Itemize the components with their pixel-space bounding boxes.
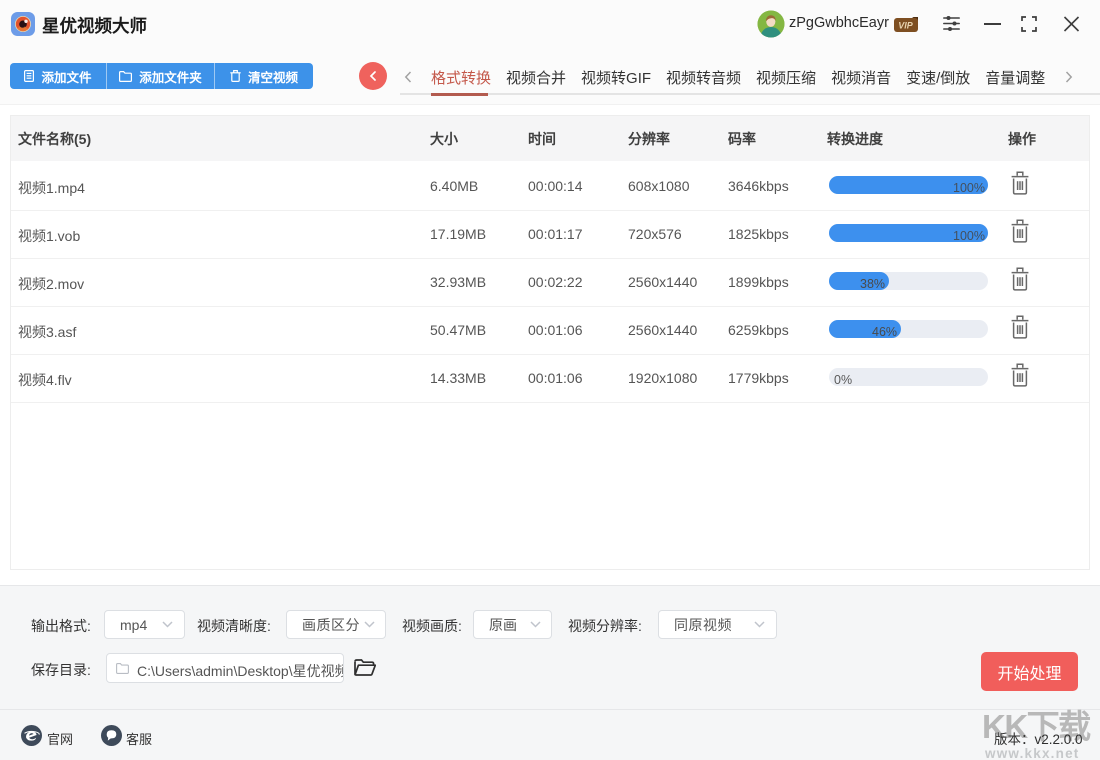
svg-text:VIP: VIP <box>898 21 914 31</box>
